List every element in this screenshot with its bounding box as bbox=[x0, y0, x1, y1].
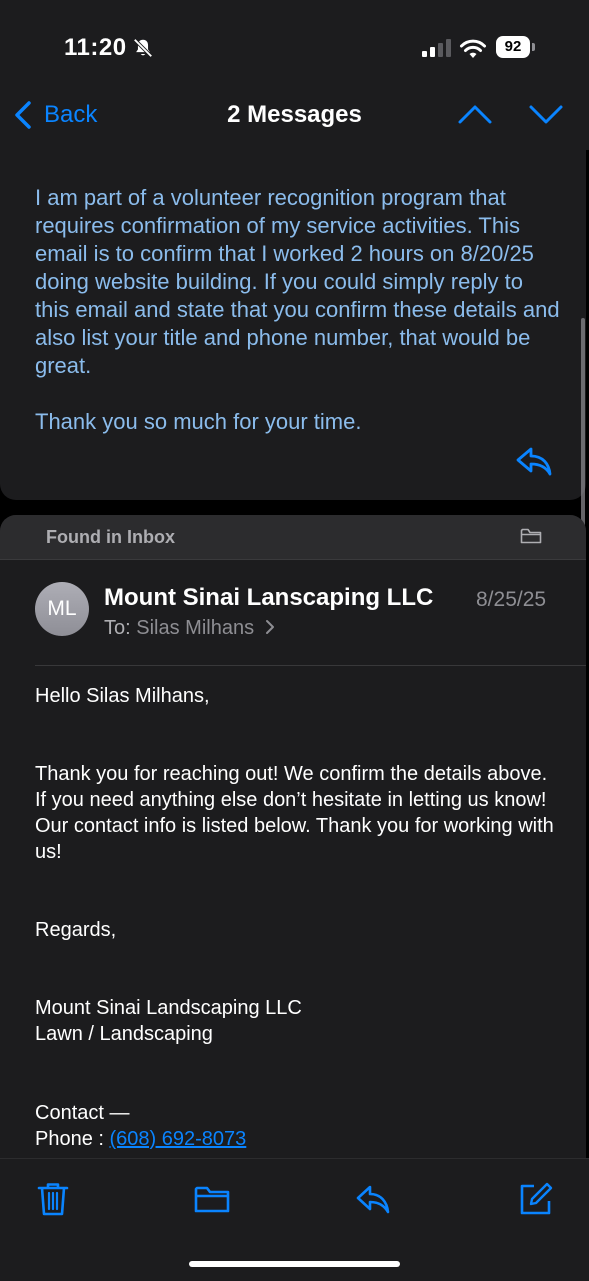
compose-icon[interactable] bbox=[518, 1181, 554, 1217]
message-date: 8/25/25 bbox=[476, 588, 547, 611]
phone-row: Phone : (608) 692-8073 bbox=[35, 1126, 560, 1152]
reply-icon[interactable] bbox=[355, 1181, 391, 1217]
found-in-label: Found in Inbox bbox=[46, 527, 175, 547]
status-time: 11:20 bbox=[64, 34, 127, 61]
header-divider bbox=[35, 665, 586, 666]
folder-icon[interactable] bbox=[194, 1181, 230, 1217]
found-in-inbox-bar: Found in Inbox bbox=[0, 515, 586, 560]
chevron-down-icon[interactable] bbox=[527, 99, 565, 129]
folder-icon[interactable] bbox=[520, 527, 542, 545]
avatar[interactable]: ML bbox=[35, 582, 89, 636]
status-bar: 11:20 92 bbox=[0, 0, 589, 95]
recipient-row: To: Silas Milhans bbox=[104, 617, 276, 640]
sender-name[interactable]: Mount Sinai Lanscaping LLC bbox=[104, 584, 433, 612]
wifi-icon bbox=[460, 39, 486, 58]
to-label: To: bbox=[104, 617, 131, 639]
battery-level: 92 bbox=[496, 36, 530, 58]
chevron-left-icon bbox=[15, 101, 31, 129]
disclosure-chevron-icon bbox=[265, 620, 274, 634]
trash-icon[interactable] bbox=[35, 1181, 71, 1217]
contact-heading: Contact — bbox=[35, 1102, 130, 1124]
back-label: Back bbox=[44, 101, 98, 128]
reply-body-text: Thank you for reaching out! We confirm t… bbox=[35, 763, 554, 863]
reply-icon[interactable] bbox=[514, 444, 554, 478]
phone-link[interactable]: (608) 692-8073 bbox=[110, 1128, 247, 1150]
message-card-reply[interactable]: Found in Inbox ML Mount Sinai Lanscaping… bbox=[0, 515, 586, 1175]
bell-slash-icon bbox=[133, 38, 153, 58]
message-card-original[interactable]: I am part of a volunteer recognition pro… bbox=[0, 148, 586, 500]
navigation-bar: Back 2 Messages bbox=[0, 95, 589, 150]
original-paragraph-1: I am part of a volunteer recognition pro… bbox=[35, 185, 560, 378]
phone-label: Phone : bbox=[35, 1128, 104, 1150]
recipient-name[interactable]: Silas Milhans bbox=[136, 617, 254, 639]
business-type-text: Lawn / Landscaping bbox=[35, 1023, 213, 1045]
original-paragraph-2: Thank you so much for your time. bbox=[35, 409, 362, 434]
battery-icon: 92 bbox=[496, 36, 536, 60]
message-body-original: I am part of a volunteer recognition pro… bbox=[35, 184, 560, 436]
back-button[interactable]: Back bbox=[12, 95, 97, 135]
chevron-up-icon[interactable] bbox=[456, 99, 494, 129]
company-name-text: Mount Sinai Landscaping LLC bbox=[35, 997, 302, 1019]
message-body-reply: Hello Silas Milhans, Thank you for reach… bbox=[35, 683, 560, 1152]
cellular-signal-icon bbox=[422, 39, 451, 57]
greeting-text: Hello Silas Milhans, bbox=[35, 685, 210, 707]
home-indicator[interactable] bbox=[189, 1261, 400, 1267]
regards-text: Regards, bbox=[35, 919, 117, 941]
battery-nub bbox=[532, 43, 535, 51]
